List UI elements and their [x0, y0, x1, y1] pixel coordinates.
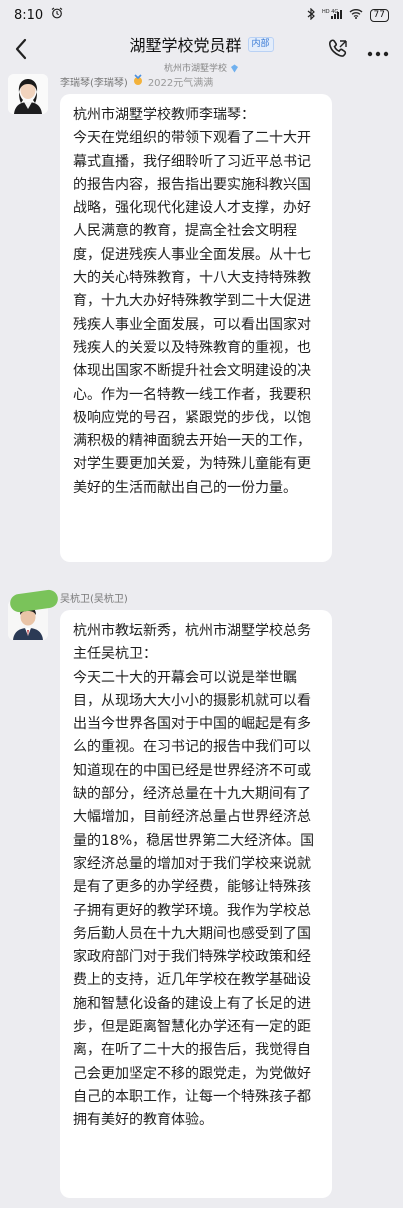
phone-call-icon[interactable] [327, 38, 349, 64]
header-actions [327, 38, 389, 64]
avatar[interactable] [8, 74, 48, 114]
status-right: HD 4G 77 [307, 7, 389, 23]
verified-icon [230, 58, 239, 77]
wifi-icon [349, 8, 363, 22]
status-time: 8:10 [14, 7, 44, 23]
sender-row: 吴杭卫(吴杭卫) [60, 590, 128, 605]
alarm-icon [51, 7, 63, 23]
bluetooth-icon [307, 7, 315, 23]
message-body: 今天在党组织的带领下观看了二十大开幕式直播，我仔细聆听了习近平总书记的报告内容，… [73, 130, 311, 496]
battery-level: 77 [373, 9, 385, 20]
signal-icon: HD 4G [322, 8, 342, 23]
badge-label: 2022元气满满 [147, 78, 214, 89]
message-bubble[interactable]: 杭州市湖墅学校教师李瑞琴： 今天在党组织的带领下观看了二十大开幕式直播，我仔细聆… [60, 94, 332, 562]
message-heading: 杭州市教坛新秀，杭州市湖墅学校总务主任吴杭卫： [73, 623, 311, 663]
medal-badge-icon [132, 74, 144, 89]
sender-name[interactable]: 吴杭卫(吴杭卫) [60, 590, 128, 605]
person-avatar-icon [8, 74, 48, 114]
organization-name: 杭州市湖墅学校 [163, 64, 227, 74]
status-bar: 8:10 HD 4G 77 [0, 0, 403, 30]
message-body: 今天二十大的开幕会可以说是举世瞩目，从现场大大小小的摄影机就可以看出当今世界各国… [73, 669, 315, 1129]
sticker-badge-icon [8, 588, 60, 614]
avatar[interactable] [8, 588, 60, 640]
status-left: 8:10 [14, 7, 63, 23]
group-title: 湖墅学校党员群 [129, 36, 242, 55]
message-bubble[interactable]: 杭州市教坛新秀，杭州市湖墅学校总务主任吴杭卫： 今天二十大的开幕会可以说是举世瞩… [60, 610, 332, 1198]
sender-name[interactable]: 李瑞琴(李瑞琴) [60, 74, 128, 89]
sender-row: 李瑞琴(李瑞琴) 2022元气满满 [60, 74, 213, 89]
battery-icon: 77 [369, 8, 389, 22]
more-options-icon[interactable] [367, 42, 389, 61]
message-heading: 杭州市湖墅学校教师李瑞琴： [73, 107, 255, 123]
chat-header: 湖墅学校党员群 内部 杭州市湖墅学校 [0, 30, 403, 74]
internal-tag: 内部 [247, 36, 274, 52]
chevron-left-icon [14, 38, 28, 64]
back-button[interactable] [14, 38, 38, 64]
